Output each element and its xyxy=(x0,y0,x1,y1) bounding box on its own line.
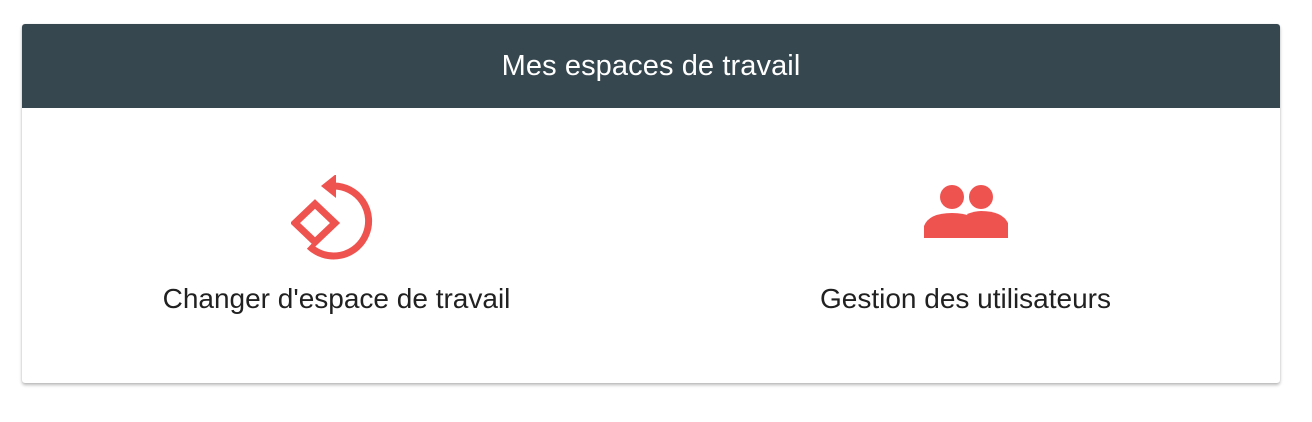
user-management-button[interactable]: Gestion des utilisateurs xyxy=(651,108,1280,383)
card-header: Mes espaces de travail xyxy=(22,24,1280,108)
switch-workspace-label: Changer d'espace de travail xyxy=(162,283,511,314)
user-management-label: Gestion des utilisateurs xyxy=(819,283,1112,314)
card-body: Changer d'espace de travail Gestion des … xyxy=(22,108,1280,383)
users-icon xyxy=(920,175,1012,267)
switch-workspace-icon xyxy=(290,175,383,267)
card-title: Mes espaces de travail xyxy=(501,49,801,82)
workspaces-card: Mes espaces de travail Changer d'espace … xyxy=(22,24,1280,383)
switch-workspace-button[interactable]: Changer d'espace de travail xyxy=(22,108,651,383)
